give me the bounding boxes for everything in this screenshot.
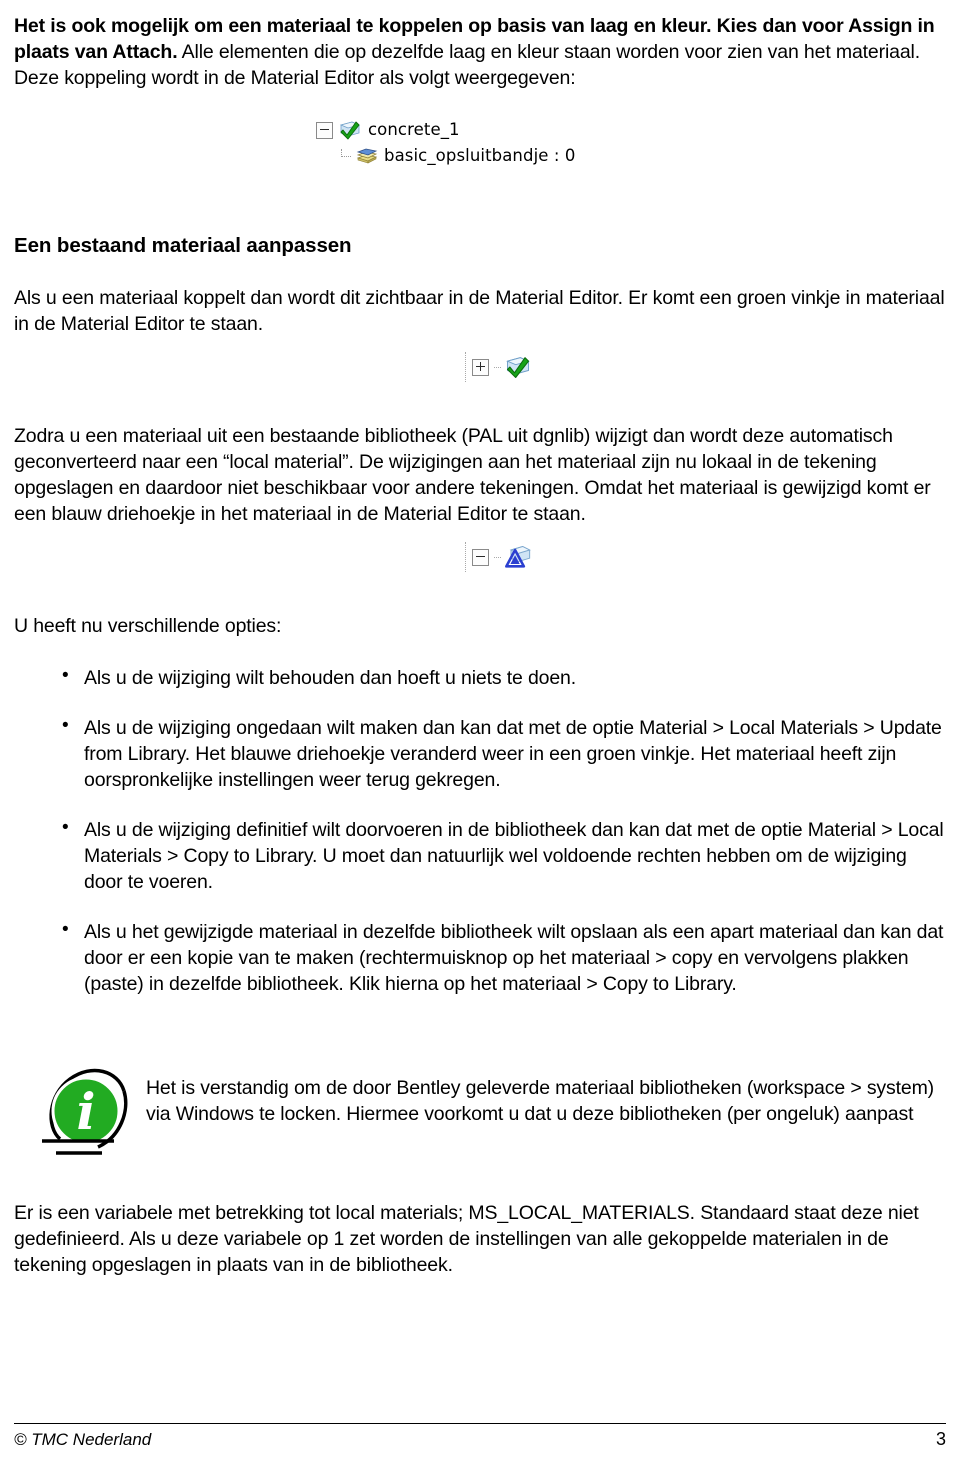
spacer-after-tree [14, 169, 946, 207]
material-green-check-icon [338, 119, 362, 141]
spacer-after-intro [14, 91, 946, 117]
info-note-text: Het is verstandig om de door Bentley gel… [146, 1077, 935, 1125]
green-check-icon-figure [462, 350, 946, 384]
spacer-before-note [14, 997, 946, 1035]
paragraph-local-material: Zodra u een materiaal uit een bestaande … [14, 425, 931, 525]
list-item: Als u de wijziging wilt behouden dan hoe… [14, 663, 946, 691]
spacer-after-green-icon-2 [14, 410, 946, 423]
tree-connector-vertical [462, 352, 470, 382]
svg-text:i: i [77, 1082, 96, 1141]
page-title: Een bestaand materiaal aanpassen [14, 234, 352, 257]
tree-connector-dash [494, 556, 501, 558]
material-blue-triangle-icon [504, 544, 532, 570]
info-i-icon: i [14, 1065, 146, 1161]
expander-minus-icon[interactable] [472, 548, 489, 566]
tree-view: concrete_1 basic_opsluitbandje : 0 [316, 117, 575, 169]
spacer-after-note-2 [14, 1187, 946, 1200]
spacer-after-blue-icon-2 [14, 600, 946, 613]
options-list: Als u de wijziging wilt behouden dan hoe… [14, 663, 946, 997]
paragraph-attached-material: Als u een materiaal koppelt dan wordt di… [14, 287, 945, 335]
info-note-block: i Het is verstandig om de door Bentley g… [14, 1065, 946, 1161]
intro-paragraph: Het is ook mogelijk om een materiaal te … [14, 13, 946, 91]
tree-connector-dash [494, 366, 501, 368]
blue-triangle-icon-figure [462, 540, 946, 574]
tree-connector-vertical [462, 542, 470, 572]
footer-copyright: © TMC Nederland [14, 1430, 152, 1449]
spacer-after-blue-icon [14, 574, 946, 600]
footer-divider [14, 1423, 946, 1424]
list-item: Als u de wijziging ongedaan wilt maken d… [14, 713, 946, 793]
tree-node-child[interactable]: basic_opsluitbandje : 0 [338, 143, 575, 169]
tree-child-label: basic_opsluitbandje : 0 [384, 146, 576, 165]
material-green-check-icon [504, 354, 532, 380]
tree-parent-label: concrete_1 [368, 120, 460, 139]
closing-paragraph: Er is een variabele met betrekking tot l… [14, 1202, 919, 1276]
footer-row: © TMC Nederland 3 [14, 1429, 946, 1450]
list-item: Als u het gewijzigde materiaal in dezelf… [14, 917, 946, 997]
tree-connector [338, 148, 352, 164]
spacer-after-green-icon [14, 384, 946, 410]
document-page: Het is ook mogelijk om een materiaal te … [0, 0, 960, 1464]
spacer-before-blue-icon [14, 527, 946, 540]
spacer-before-note-2 [14, 1035, 946, 1061]
footer-page-number: 3 [935, 1429, 946, 1449]
spacer-after-note [14, 1161, 946, 1187]
books-stack-icon [356, 146, 378, 166]
expander-minus-icon[interactable] [316, 121, 333, 139]
top-spacer [14, 0, 946, 13]
list-item: Als u de wijziging definitief wilt doorv… [14, 815, 946, 895]
options-intro: U heeft nu verschillende opties: [14, 615, 282, 637]
spacer-before-options [14, 639, 946, 665]
spacer-after-heading [14, 259, 946, 285]
expander-plus-icon[interactable] [472, 358, 489, 376]
page-footer: © TMC Nederland 3 [14, 1423, 946, 1450]
material-editor-tree-figure: concrete_1 basic_opsluitbandje : 0 [14, 117, 946, 169]
spacer-before-green-icon [14, 337, 946, 350]
spacer-after-tree-2 [14, 207, 946, 233]
tree-node-parent[interactable]: concrete_1 [316, 117, 575, 143]
